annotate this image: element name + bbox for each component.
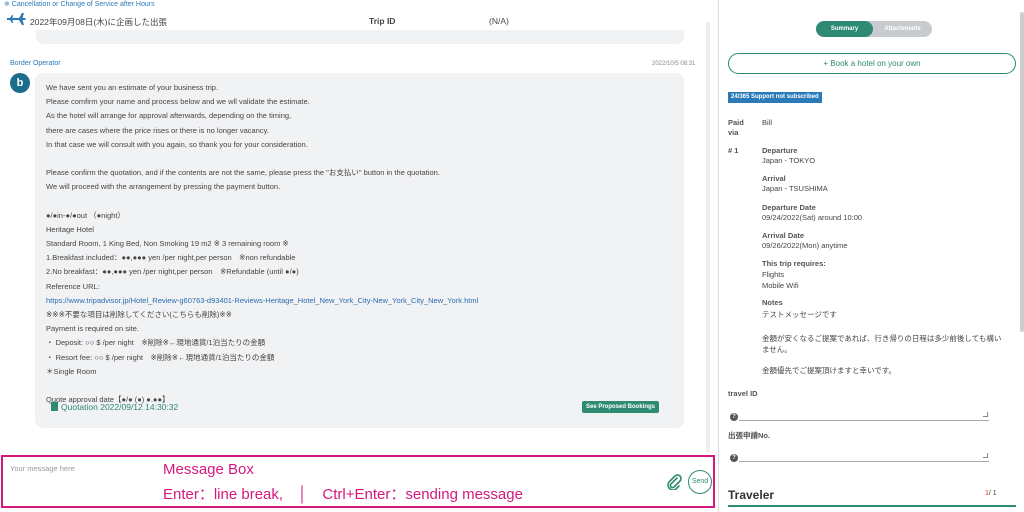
notes-line: テストメッセージです [762,310,837,319]
message-line [46,379,676,393]
message-body: We have sent you an estimate of your bus… [46,81,676,407]
departure-date-label: Departure Date [762,203,816,212]
resize-handle-icon[interactable] [983,453,988,458]
departure-label: Departure [762,146,798,155]
message-line: ・ Deposit: ○○ $ /per night ※削除※←現地通貨/1泊当… [46,338,266,348]
trip-date: 2022年09月08日(木)に企画した出張 [30,17,167,27]
requires-item: Mobile Wifi [762,281,799,290]
message-line: ※※※不要な項目は削除してください(こちらも削除)※※ [46,310,232,319]
traveler-total: / 1 [988,490,997,497]
message-timestamp: 2022/10/5 08:31 [652,61,696,67]
message-line[interactable]: https://www.tripadvisor.jp/Hotel_Review-… [46,294,676,308]
arrival-date-value: 09/26/2022(Mon) anytime [762,241,848,250]
application-no-input[interactable] [739,461,989,462]
message-line: Payment is required on site. [46,324,139,334]
app-window: ※ Cancellation or Change of Service afte… [0,0,1024,512]
quotation-link-label: Quotation 2022/09/12 14:30:32 [61,402,179,412]
message-line: Standard Room, 1 King Bed, Non Smoking 1… [46,239,289,249]
message-line: Reference URL: [46,281,100,291]
message-line: As the hotel will arrange for approval a… [46,111,292,121]
sidebar-tabs: Summary Attachments [816,21,932,37]
chat-scrollbar[interactable] [706,22,710,452]
message-line [46,152,676,166]
chat-panel: ※ Cancellation or Change of Service afte… [0,0,718,512]
application-no-label: 出張申請No. [728,431,771,440]
paid-via-label: Paid via [728,118,744,137]
requires-item: Flights [762,270,785,279]
trip-id-label: Trip ID [369,16,396,26]
cancellation-link[interactable]: ※ Cancellation or Change of Service afte… [4,0,155,8]
arrival-date-label: Arrival Date [762,231,805,240]
requires-label: This trip requires: [762,259,826,268]
document-icon [51,402,58,411]
departure-value: Japan - TOKYO [762,156,816,165]
airplane-icon [7,13,26,25]
message-line: In that case we will consult with you ag… [46,139,308,149]
tab-summary[interactable]: Summary [816,21,873,37]
message-box[interactable]: Your message here Message Box Enter：line… [1,455,715,508]
see-proposed-bookings-button[interactable]: See Proposed Bookings [582,401,660,413]
traveler-title: Traveler [728,488,775,502]
help-icon[interactable]: ? [730,454,738,462]
message-line: We have sent you an estimate of your bus… [46,83,219,92]
tab-attachments[interactable]: Attachments [873,21,932,37]
message-line: there are cases where the price rises or… [46,125,269,135]
message-line: 2.No breakfast：●●,●●● yen /per night,per… [46,267,299,277]
message-line: Heritage Hotel [46,224,94,234]
summary-sidebar: Summary Attachments + Book a hotel on yo… [718,0,1024,512]
trip-header: 2022年09月08日(木)に企画した出張 Trip ID (N/A) [0,10,706,32]
quotation-link[interactable]: Quotation 2022/09/12 14:30:32 [51,402,178,412]
previous-message-bubble [36,30,684,44]
travel-id-label: travel ID [728,389,758,398]
arrival-value: Japan - TSUSHIMA [762,184,828,193]
trip-id-value: (N/A) [489,16,509,26]
notes-line: 金額優先でご提案頂けますと幸いです。 [762,366,897,375]
sidebar-scrollbar[interactable] [1020,12,1024,332]
message-bubble: We have sent you an estimate of your bus… [35,73,684,428]
departure-date-value: 09/24/2022(Sat) around 10:00 [762,213,863,222]
message-line: Please comfirm your name and process bel… [46,97,310,107]
message-line [46,195,676,209]
message-sender: Border Operator [10,60,61,67]
support-badge: 24/365 Support not subscribed [728,92,822,103]
arrival-label: Arrival [762,174,786,183]
travel-id-input[interactable] [739,420,989,421]
message-box-annotation-keys: Enter：line break, │ Ctrl+Enter：sending m… [163,486,523,503]
message-line: Please confirm the quotation, and if the… [46,168,440,178]
message-line: ●/●in-●/●out （●night） [46,210,125,220]
paid-via-value: Bill [762,118,773,127]
message-line: ＊Single Room [46,366,97,376]
paperclip-icon[interactable] [666,474,682,490]
traveler-divider [728,505,1016,507]
notes-line: 金額が安くなるご提案であれば、行き帰りの日程は多少前後しても構い [762,334,1002,343]
message-line: 1.Breakfast included：●●,●●● yen /per nig… [46,253,296,263]
message-input[interactable]: Your message here [10,464,75,473]
message-line: We will proceed with the arrangement by … [46,182,281,192]
traveler-count: 1/ 1 [985,490,997,497]
message-box-annotation-title: Message Box [163,461,254,478]
help-icon[interactable]: ? [730,413,738,421]
resize-handle-icon[interactable] [983,412,988,417]
message-line: ・ Resort fee: ○○ $ /per night ※削除※←現地通貨/… [46,352,275,362]
book-hotel-button[interactable]: + Book a hotel on your own [728,53,1016,74]
notes-line: ません。 [762,345,792,354]
send-button[interactable]: Send [688,470,712,494]
avatar: b [10,73,30,93]
notes-label: Notes [762,298,783,307]
leg-number: # 1 [728,146,739,155]
